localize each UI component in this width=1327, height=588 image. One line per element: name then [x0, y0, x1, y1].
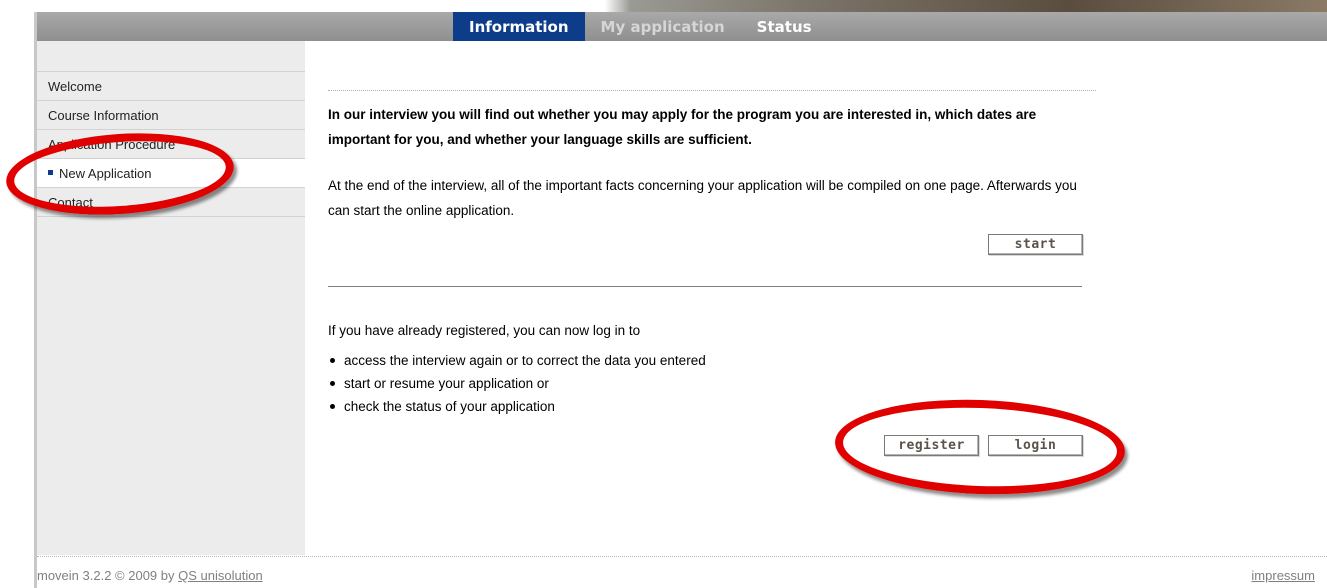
highlight-oval-register-login — [833, 394, 1127, 500]
sidebar-item-course-information[interactable]: Course Information — [37, 100, 305, 129]
version-text: movein 3.2.2 © 2009 by — [37, 568, 175, 583]
start-button[interactable]: start — [988, 234, 1083, 255]
footer-divider — [37, 556, 1327, 557]
list-item: start or resume your application or — [328, 372, 706, 395]
tab-status[interactable]: Status — [741, 12, 828, 41]
tab-information[interactable]: Information — [453, 12, 585, 41]
header-photo — [37, 0, 1327, 12]
list-item: check the status of your application — [328, 395, 706, 418]
dotted-divider — [328, 90, 1096, 91]
page-left-margin — [0, 0, 34, 588]
login-intro-text: If you have already registered, you can … — [328, 323, 641, 338]
login-options-list: access the interview again or to correct… — [328, 349, 706, 418]
impressum-link[interactable]: impressum — [1251, 568, 1315, 583]
intro-paragraph: At the end of the interview, all of the … — [328, 178, 1077, 218]
section-divider — [328, 286, 1082, 287]
footer-version: movein 3.2.2 © 2009 by QS unisolution — [37, 568, 263, 583]
company-link[interactable]: QS unisolution — [178, 568, 263, 583]
sidebar-item-label: Course Information — [48, 108, 159, 123]
list-item: access the interview again or to correct… — [328, 349, 706, 372]
sidebar: Welcome Course Information Application P… — [37, 41, 305, 555]
sidebar-item-welcome[interactable]: Welcome — [37, 71, 305, 100]
main-nav: Information My application Status — [453, 12, 828, 41]
intro-heading: In our interview you will find out wheth… — [328, 107, 1037, 147]
tab-my-application[interactable]: My application — [585, 12, 741, 41]
sidebar-item-label: Welcome — [48, 79, 102, 94]
